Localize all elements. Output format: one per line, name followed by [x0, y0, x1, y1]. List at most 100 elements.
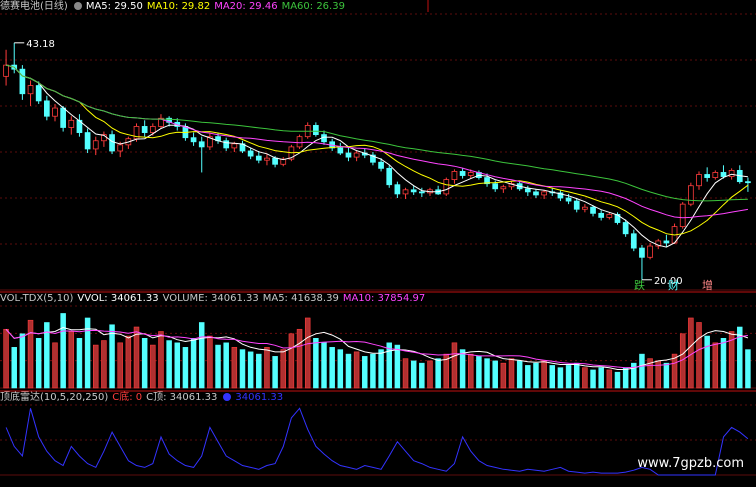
volume-bar — [35, 338, 42, 389]
volume-bar — [557, 367, 564, 389]
volume-bar — [207, 335, 213, 389]
volume-bar — [304, 317, 311, 389]
candle-body — [190, 137, 197, 143]
candle-body — [622, 222, 629, 235]
candle-body — [606, 213, 613, 218]
candle-body — [402, 189, 409, 195]
volume-bar — [598, 367, 604, 389]
volume-bar — [288, 333, 295, 389]
volume-bar — [256, 353, 262, 389]
high-price-label: 43.18 — [26, 39, 55, 50]
volume-bar — [590, 369, 596, 389]
volume-bar — [272, 356, 278, 389]
volume-bar — [117, 342, 123, 389]
candle-body — [394, 184, 401, 195]
volume-bar — [231, 347, 238, 389]
candle-body — [52, 107, 58, 117]
volume-bar — [565, 365, 572, 389]
event-marker[interactable]: 财 — [668, 278, 679, 292]
volume-bar — [451, 342, 458, 389]
candle-body — [43, 100, 50, 117]
volume-bar — [329, 347, 335, 389]
volume-bar — [3, 328, 9, 389]
candle-body — [663, 240, 670, 244]
volume-bar — [296, 328, 303, 389]
ma20-line — [5, 64, 748, 219]
candle-body — [639, 247, 645, 258]
candle-body — [3, 64, 9, 77]
volume-bar — [101, 340, 107, 389]
price-panel[interactable]: 43.1820.00跌财增 — [3, 39, 751, 292]
volume-bar — [11, 347, 17, 389]
watermark: www.7gpzb.com — [637, 456, 744, 471]
volume-bar — [671, 353, 678, 389]
volume-panel-title: VOL-TDX(5,10) — [0, 293, 74, 304]
radar-value-label: 34061.33 — [235, 392, 284, 403]
volume-bar — [663, 362, 670, 389]
c-bottom-label: C底: 0 — [112, 392, 143, 403]
candle-body — [141, 126, 148, 133]
candle-body — [117, 144, 124, 152]
volume-bar — [394, 344, 401, 389]
candle-body — [418, 191, 425, 194]
radar-panel-header: 顶底雷达(10,5,20,250) C底: 0 C顶: 34061.33 34061.… — [0, 391, 287, 405]
volume-bar — [60, 313, 66, 389]
volume-bar — [386, 342, 392, 389]
vvol-label: VVOL: 34061.33 — [77, 293, 159, 304]
candle-body — [541, 191, 547, 196]
candle-body — [337, 147, 344, 154]
candle-body — [198, 141, 205, 148]
volume-bar — [516, 360, 523, 389]
price-panel-header: 德赛电池(日线) MA5: 29.50 MA10: 29.82 MA20: 29.46… — [0, 0, 349, 14]
ma60-line — [5, 64, 748, 202]
settings-dot-icon[interactable] — [73, 2, 82, 10]
volume-bar — [696, 322, 702, 389]
candle-body — [443, 179, 450, 195]
volume-bar — [573, 362, 580, 389]
volume-bar — [378, 349, 384, 389]
candle-body — [500, 186, 507, 190]
candle-body — [296, 136, 303, 148]
volume-bar — [239, 349, 246, 389]
event-marker[interactable]: 跌 — [634, 278, 645, 292]
candle-body — [467, 172, 474, 176]
volume-bar — [27, 319, 34, 389]
candle-body — [688, 185, 694, 205]
volume-bar — [68, 331, 75, 389]
volume-bar — [321, 342, 327, 389]
candle-body — [704, 174, 711, 178]
candle-body — [109, 134, 115, 152]
candle-body — [647, 245, 653, 258]
candle-body — [35, 85, 42, 102]
candle-body — [728, 169, 735, 177]
radar-panel-title: 顶底雷达(10,5,20,250) — [0, 392, 109, 403]
candle-body — [679, 203, 686, 228]
volume-bar — [182, 347, 189, 389]
candle-body — [19, 68, 26, 95]
volume-bar — [419, 362, 425, 389]
volume-bar — [337, 349, 344, 389]
volume-bar — [712, 342, 719, 389]
volume-bar — [622, 367, 629, 389]
candle-body — [60, 107, 66, 128]
candle-body — [255, 155, 262, 161]
volume-bar — [606, 369, 613, 389]
vol-ma5-line — [5, 326, 749, 370]
stock-chart[interactable]: 43.1820.00跌财增 — [0, 0, 756, 487]
candle-body — [353, 152, 360, 158]
candle-body — [565, 197, 572, 202]
candle-body — [386, 167, 393, 186]
volume-panel[interactable] — [3, 313, 751, 389]
candle-body — [378, 161, 384, 169]
volume-bar — [435, 358, 441, 389]
volume-bar — [125, 335, 132, 389]
volume-bar — [247, 351, 254, 389]
volume-bar — [704, 335, 710, 389]
volume-bar — [76, 338, 83, 389]
volume-bar — [492, 360, 498, 389]
candle-body — [92, 140, 99, 150]
volume-bar — [410, 360, 417, 389]
event-marker[interactable]: 增 — [702, 278, 713, 292]
volume-bar — [541, 360, 547, 389]
volume-bar — [614, 371, 621, 389]
